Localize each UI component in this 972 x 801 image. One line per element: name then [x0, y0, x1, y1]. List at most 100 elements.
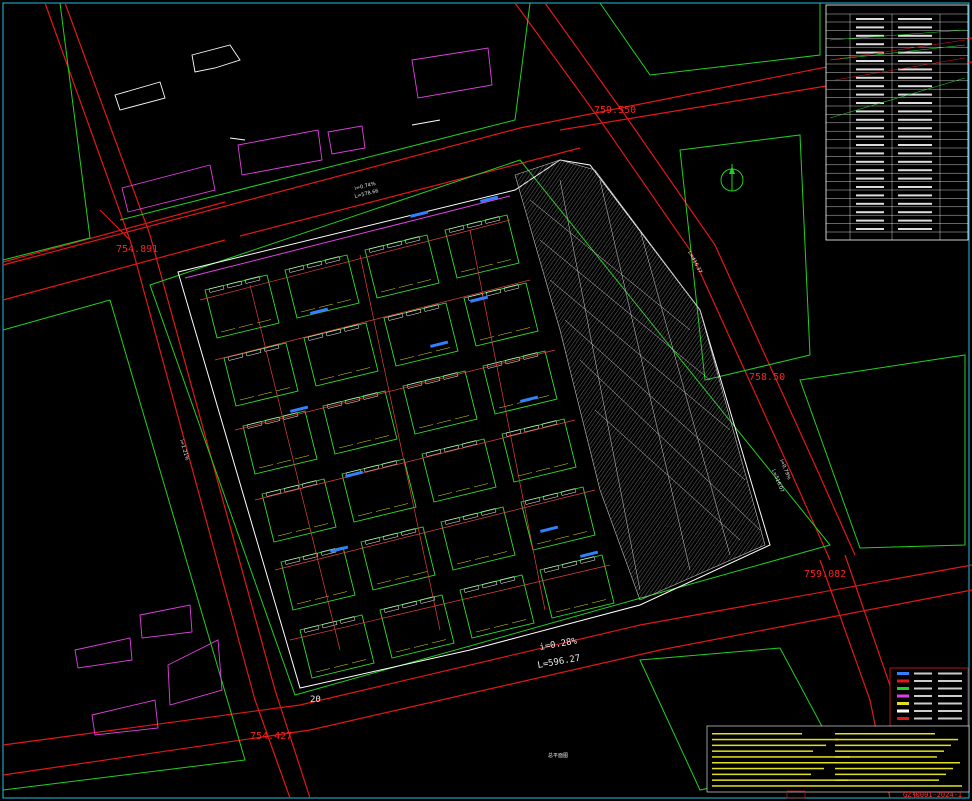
note-line: [712, 762, 837, 764]
table-cell-text: [898, 160, 932, 163]
building-edge: [336, 299, 352, 304]
building-edge: [238, 323, 254, 328]
legend-text: [938, 710, 962, 712]
table-cell-text: [856, 127, 884, 130]
legend-swatch: [897, 694, 909, 698]
building-edge: [455, 487, 471, 492]
table-cell-text: [856, 219, 884, 222]
legend-text: [914, 687, 932, 690]
table-cell-text: [898, 110, 932, 113]
elevation-bottom-left: 754.427: [250, 731, 292, 742]
building-edge: [473, 483, 489, 488]
building-strip: [543, 565, 560, 573]
table-cell-text: [856, 18, 884, 20]
building-edge: [517, 472, 533, 477]
building-edge: [454, 415, 470, 420]
building-strip: [208, 285, 225, 293]
building-edge: [315, 668, 331, 673]
note-line: [835, 750, 944, 752]
building-edge: [515, 327, 531, 332]
building-edge: [436, 419, 452, 424]
building-edge: [294, 455, 310, 460]
building-edge: [239, 396, 255, 401]
elevation-right-mid: 758.50: [749, 372, 785, 383]
note-line: [712, 744, 826, 747]
note-line: [835, 738, 958, 741]
building-strip: [444, 517, 461, 525]
building-edge: [573, 603, 589, 608]
table-cell-text: [856, 194, 884, 197]
legend-text: [938, 672, 962, 675]
legend-text: [938, 717, 962, 720]
building-edge: [275, 387, 291, 392]
building-edge: [398, 283, 414, 288]
building-edge: [437, 492, 453, 497]
building-edge: [394, 575, 410, 580]
table-cell-text: [898, 43, 932, 46]
length-bottom: L=596.27: [537, 654, 581, 671]
right-road-length: L=516.07: [770, 469, 785, 494]
building-edge: [497, 331, 513, 336]
building-tag: [539, 525, 559, 533]
building-edge: [332, 591, 348, 596]
table-cell-text: [898, 18, 932, 20]
table-cell-text: [898, 85, 932, 88]
building-edge: [375, 507, 391, 512]
table-cell-text: [898, 177, 932, 180]
table-cell-text: [856, 152, 884, 155]
table-cell-text: [898, 135, 932, 138]
note-line: [712, 773, 811, 776]
table-cell-text: [898, 93, 932, 96]
legend-text: [914, 702, 932, 705]
legend-text: [938, 680, 962, 682]
note-line: [712, 785, 835, 787]
table-cell-text: [898, 219, 932, 222]
building-strip: [383, 605, 400, 613]
building-edge: [591, 599, 607, 604]
table-cell-text: [856, 228, 884, 230]
building-edge: [313, 523, 329, 528]
elevation-right-lower: 759.082: [804, 569, 846, 580]
elevation-top-center: 759.550: [594, 105, 636, 116]
table-cell-text: [898, 152, 932, 155]
legend-text: [914, 680, 932, 682]
building-edge: [555, 608, 571, 613]
building-edge: [478, 263, 494, 268]
note-line: [835, 744, 951, 747]
building-edge: [393, 503, 409, 508]
table-cell-text: [898, 202, 932, 205]
building-edge: [456, 560, 472, 565]
building-strip: [387, 313, 404, 321]
building-edge: [380, 288, 396, 293]
road-width: 20: [310, 695, 321, 705]
building-edge: [374, 435, 390, 440]
building-edge: [296, 600, 312, 605]
table-cell-text: [856, 26, 884, 29]
table-cell-text: [856, 144, 884, 146]
left-road-slope: i=1.21%: [178, 439, 190, 462]
building-edge: [492, 551, 508, 556]
building-edge: [474, 555, 490, 560]
note-line: [835, 773, 946, 776]
building-edge: [258, 464, 274, 469]
building-edge: [431, 639, 447, 644]
building-edge: [257, 391, 273, 396]
legend-swatch: [897, 679, 909, 683]
legend-swatch: [897, 709, 909, 713]
building-edge: [498, 404, 514, 409]
building-edge: [554, 535, 570, 540]
legend-text: [938, 695, 962, 697]
building-edge: [493, 623, 509, 628]
legend-swatch: [897, 672, 909, 675]
table-cell-text: [856, 93, 884, 96]
building-edge: [572, 531, 588, 536]
note-line: [835, 785, 962, 787]
building-edge: [319, 376, 335, 381]
table-cell-text: [856, 110, 884, 113]
north-arrow-icon: [720, 164, 744, 192]
legend-swatch: [897, 687, 909, 690]
building-edge: [357, 512, 373, 517]
building-edge: [399, 356, 415, 361]
building-edge: [276, 459, 292, 464]
legend-text: [914, 717, 932, 720]
